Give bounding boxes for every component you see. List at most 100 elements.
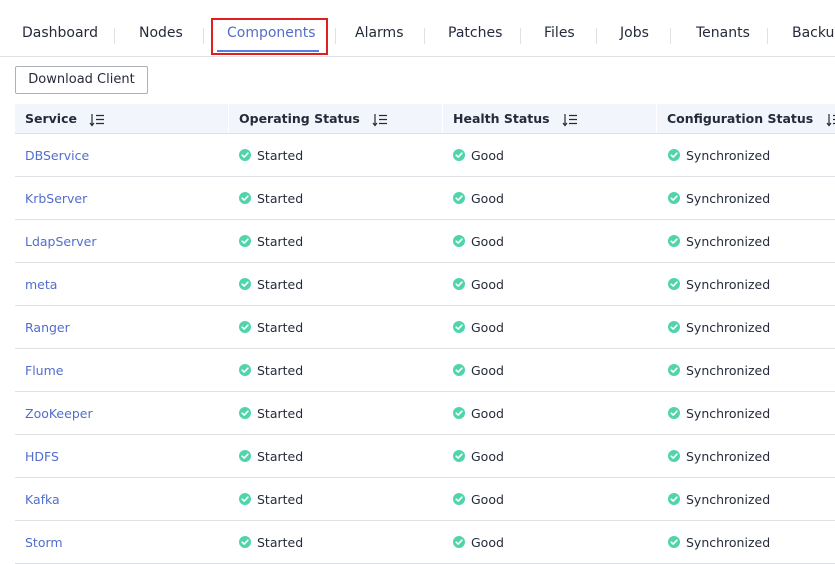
tab-backup[interactable]: Backup <box>792 25 835 41</box>
check-circle-icon <box>239 321 251 333</box>
configuration-status-text: Synchronized <box>686 492 771 507</box>
column-divider <box>442 104 443 133</box>
check-circle-icon <box>453 536 465 548</box>
download-client-button[interactable]: Download Client <box>15 66 148 94</box>
health-status-cell: Good <box>453 492 504 507</box>
sort-icon[interactable] <box>372 113 388 127</box>
sort-icon[interactable] <box>562 113 578 127</box>
column-header-configuration-status[interactable]: Configuration Status <box>667 111 835 127</box>
health-status-cell: Good <box>453 277 504 292</box>
operating-status-text: Started <box>257 234 304 249</box>
service-link[interactable]: Ranger <box>25 320 70 335</box>
configuration-status-cell: Synchronized <box>668 148 770 163</box>
tab-jobs[interactable]: Jobs <box>620 25 649 41</box>
check-circle-icon <box>453 235 465 247</box>
operating-status-cell: Started <box>239 535 303 550</box>
configuration-status-cell: Synchronized <box>668 320 770 335</box>
table-row: Kafka Started Good Synchronized <box>15 478 835 521</box>
configuration-status-cell: Synchronized <box>668 191 770 206</box>
check-circle-icon <box>453 364 465 376</box>
check-circle-icon <box>453 278 465 290</box>
operating-status-cell: Started <box>239 277 303 292</box>
check-circle-icon <box>668 407 680 419</box>
check-circle-icon <box>239 235 251 247</box>
service-link[interactable]: Flume <box>25 363 63 378</box>
check-circle-icon <box>239 493 251 505</box>
check-circle-icon <box>239 450 251 462</box>
operating-status-cell: Started <box>239 148 303 163</box>
service-link[interactable]: LdapServer <box>25 234 96 249</box>
configuration-status-text: Synchronized <box>686 148 771 163</box>
column-header-health-status[interactable]: Health Status <box>453 111 578 127</box>
tab-nodes[interactable]: Nodes <box>139 25 183 41</box>
operating-status-text: Started <box>257 492 304 507</box>
check-circle-icon <box>668 321 680 333</box>
configuration-status-cell: Synchronized <box>668 449 770 464</box>
tab-files[interactable]: Files <box>544 25 575 41</box>
configuration-status-cell: Synchronized <box>668 492 770 507</box>
operating-status-cell: Started <box>239 363 303 378</box>
tab-divider <box>114 28 115 44</box>
health-status-cell: Good <box>453 535 504 550</box>
configuration-status-cell: Synchronized <box>668 406 770 421</box>
service-link[interactable]: KrbServer <box>25 191 87 206</box>
health-status-text: Good <box>471 277 504 292</box>
table-row: KrbServer Started Good Synchronized <box>15 177 835 220</box>
operating-status-cell: Started <box>239 191 303 206</box>
sort-icon[interactable] <box>89 113 105 127</box>
service-link[interactable]: HDFS <box>25 449 59 464</box>
configuration-status-text: Synchronized <box>686 406 771 421</box>
tab-alarms[interactable]: Alarms <box>355 25 404 41</box>
table-row: meta Started Good Synchronized <box>15 263 835 306</box>
service-link[interactable]: Kafka <box>25 492 60 507</box>
operating-status-text: Started <box>257 363 304 378</box>
tab-divider <box>767 28 768 44</box>
tab-patches[interactable]: Patches <box>448 25 502 41</box>
column-header-label: Configuration Status <box>667 111 814 126</box>
check-circle-icon <box>453 450 465 462</box>
health-status-text: Good <box>471 492 504 507</box>
tab-divider <box>203 28 204 44</box>
check-circle-icon <box>668 235 680 247</box>
check-circle-icon <box>668 450 680 462</box>
configuration-status-cell: Synchronized <box>668 234 770 249</box>
tab-divider <box>335 28 336 44</box>
service-link[interactable]: Storm <box>25 535 63 550</box>
health-status-cell: Good <box>453 234 504 249</box>
health-status-text: Good <box>471 535 504 550</box>
health-status-cell: Good <box>453 449 504 464</box>
table-row: ZooKeeper Started Good Synchronized <box>15 392 835 435</box>
check-circle-icon <box>239 192 251 204</box>
operating-status-cell: Started <box>239 492 303 507</box>
check-circle-icon <box>239 364 251 376</box>
check-circle-icon <box>668 493 680 505</box>
configuration-status-cell: Synchronized <box>668 363 770 378</box>
check-circle-icon <box>668 192 680 204</box>
table-row: LdapServer Started Good Synchronized <box>15 220 835 263</box>
column-header-service[interactable]: Service <box>25 111 105 127</box>
column-header-operating-status[interactable]: Operating Status <box>239 111 388 127</box>
table-row: DBService Started Good Synchronized <box>15 134 835 177</box>
health-status-cell: Good <box>453 148 504 163</box>
configuration-status-text: Synchronized <box>686 234 771 249</box>
configuration-status-text: Synchronized <box>686 320 771 335</box>
sort-icon[interactable] <box>826 113 835 127</box>
components-table: Service Operating Status Health Status C… <box>15 104 835 564</box>
check-circle-icon <box>668 536 680 548</box>
service-link[interactable]: ZooKeeper <box>25 406 93 421</box>
column-header-label: Service <box>25 111 77 126</box>
health-status-cell: Good <box>453 406 504 421</box>
tab-dashboard[interactable]: Dashboard <box>22 25 98 41</box>
health-status-text: Good <box>471 320 504 335</box>
check-circle-icon <box>239 278 251 290</box>
service-link[interactable]: DBService <box>25 148 89 163</box>
highlight-box <box>211 18 328 55</box>
operating-status-text: Started <box>257 277 304 292</box>
configuration-status-text: Synchronized <box>686 535 771 550</box>
configuration-status-text: Synchronized <box>686 449 771 464</box>
check-circle-icon <box>453 493 465 505</box>
health-status-text: Good <box>471 148 504 163</box>
tab-divider <box>670 28 671 44</box>
tab-tenants[interactable]: Tenants <box>696 25 750 41</box>
service-link[interactable]: meta <box>25 277 57 292</box>
